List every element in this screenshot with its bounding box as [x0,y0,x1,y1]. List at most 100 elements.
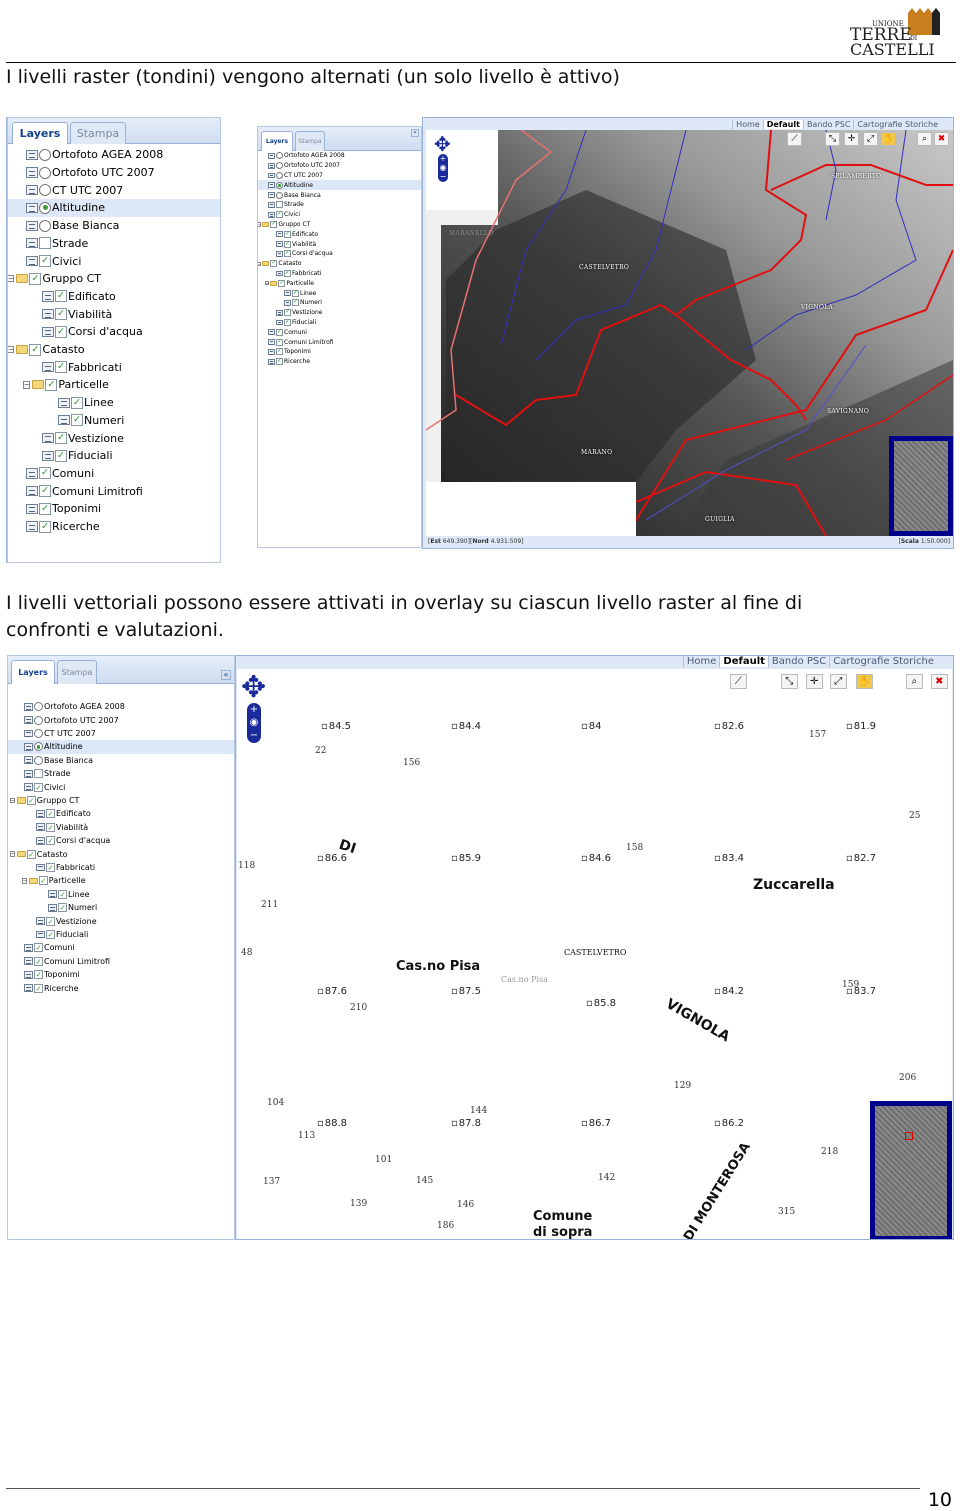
layer-radio[interactable] [276,191,283,199]
layer-item-vestizione[interactable]: ✓ Vestizione [8,914,234,927]
map-canvas-altitude[interactable]: SPILAMBERTO MARANELLO CASTELVETRO VIGNOLA SA… [426,130,953,536]
map-tab-cartografie-storiche[interactable]: Cartografie Storiche [829,656,937,667]
map-canvas-cadastral[interactable]: 84.5 84.4 84 82.6 81.9 86.6 85.9 84.6 83.4 82.7 87… [237,669,952,1239]
pan-hand-tool-icon[interactable]: ✋ [856,674,873,690]
layer-options-icon[interactable] [284,290,291,297]
layer-radio[interactable] [276,181,283,189]
zoom-slider[interactable]: + ◉ − [438,154,448,182]
layer-checkbox[interactable]: ✓ [284,318,291,326]
map-tab-home[interactable]: Home [732,120,763,129]
layer-item-linee[interactable]: ✓ Linee [8,394,220,412]
layer-options-icon[interactable] [42,291,54,302]
tab-stampa[interactable]: Stampa [70,122,126,144]
layer-item-numeri[interactable]: ✓ Numeri [8,901,234,914]
layer-checkbox[interactable]: ✓ [71,396,83,409]
layer-item-fiduciali[interactable]: ✓ Fiduciali [258,318,421,328]
layer-item-strade[interactable]: Strade [8,767,234,780]
layer-options-icon[interactable] [48,903,57,912]
layer-options-icon[interactable] [268,172,275,179]
layer-options-icon[interactable] [276,231,283,238]
layer-options-icon[interactable] [24,702,33,711]
layer-checkbox[interactable]: ✓ [46,809,55,819]
layer-checkbox[interactable]: ✓ [55,325,67,338]
zoom-search-tool-icon[interactable]: ⌕ [917,132,932,146]
layer-options-icon[interactable] [42,362,54,373]
layer-item-ortofoto-utc-2007[interactable]: Ortofoto UTC 2007 [258,161,421,171]
layer-item-gruppo-ct[interactable]: − ✓ Gruppo CT [8,794,234,807]
layer-item-particelle[interactable]: − ✓ Particelle [8,874,234,887]
layer-item-catasto[interactable]: − ✓ Catasto [8,341,220,359]
layer-checkbox[interactable]: ✓ [39,520,51,533]
collapse-toggle[interactable]: − [258,261,261,266]
layer-checkbox[interactable]: ✓ [39,485,51,498]
layer-item-particelle[interactable]: − ✓ Particelle [258,278,421,288]
zoom-in-box-tool-icon[interactable]: ⤡ [825,132,840,146]
layer-item-ortofoto-utc-2007[interactable]: Ortofoto UTC 2007 [8,713,234,726]
layer-item-fabbricati[interactable]: ✓ Fabbricati [8,358,220,376]
layer-options-icon[interactable] [284,299,291,306]
layer-options-icon[interactable] [268,329,275,336]
zoom-search-tool-icon[interactable]: ⌕ [906,674,923,690]
layer-item-comuni[interactable]: ✓ Comuni [8,941,234,954]
layer-item-fiduciali[interactable]: ✓ Fiduciali [8,447,220,465]
layer-options-icon[interactable] [268,348,275,355]
layer-checkbox[interactable]: ✓ [276,358,283,366]
layer-item-numeri[interactable]: ✓ Numeri [258,298,421,308]
measure-tool-icon[interactable]: ⟋ [787,132,802,146]
layer-item-comuni-limitrofi[interactable]: ✓ Comuni Limitrofi [8,482,220,500]
zoom-out-box-tool-icon[interactable]: ⤢ [863,132,878,146]
collapse-toggle[interactable]: − [264,281,269,286]
layer-item-vestizione[interactable]: ✓ Vestizione [8,429,220,447]
layer-checkbox[interactable]: ✓ [29,343,42,356]
layer-item-catasto[interactable]: − ✓ Catasto [258,259,421,269]
layer-item-fabbricati[interactable]: ✓ Fabbricati [8,861,234,874]
layer-options-icon[interactable] [24,756,33,765]
layer-item-edificato[interactable]: ✓ Edificato [8,288,220,306]
map-tab-cartografie-storiche[interactable]: Cartografie Storiche [853,120,941,129]
layer-checkbox[interactable] [34,769,43,779]
layer-checkbox[interactable]: ✓ [276,211,283,219]
layer-checkbox[interactable]: ✓ [38,876,48,886]
layer-item-ct-utc-2007[interactable]: CT UTC 2007 [8,727,234,740]
layer-item-corsi-d-acqua[interactable]: ✓ Corsi d'acqua [258,249,421,259]
layer-checkbox[interactable]: ✓ [39,467,51,480]
layer-item-comuni[interactable]: ✓ Comuni [258,327,421,337]
layer-checkbox[interactable]: ✓ [55,361,67,374]
layer-options-icon[interactable] [26,149,38,160]
layer-checkbox[interactable]: ✓ [58,889,67,899]
layer-item-gruppo-ct[interactable]: − ✓ Gruppo CT [258,220,421,230]
layer-options-icon[interactable] [24,716,33,724]
layer-item-ricerche[interactable]: ✓ Ricerche [8,518,220,536]
layer-options-icon[interactable] [276,241,283,248]
layer-item-base-bianca[interactable]: Base Bianca [258,190,421,200]
layer-item-strade[interactable]: Strade [258,200,421,210]
layer-options-icon[interactable] [48,890,57,899]
layer-radio[interactable] [39,148,51,161]
layer-checkbox[interactable]: ✓ [34,956,43,966]
collapse-toggle[interactable]: − [9,851,15,857]
layer-item-ct-utc-2007[interactable]: CT UTC 2007 [258,171,421,181]
layer-item-linee[interactable]: ✓ Linee [258,288,421,298]
layer-options-icon[interactable] [268,339,275,346]
layer-options-icon[interactable] [268,358,275,365]
layer-checkbox[interactable]: ✓ [58,903,67,913]
layer-radio[interactable] [276,171,283,179]
collapse-toggle[interactable]: − [9,797,15,804]
layer-options-icon[interactable] [26,255,38,267]
map-tab-home[interactable]: Home [682,656,720,667]
layer-radio[interactable] [276,162,283,170]
layer-item-altitudine[interactable]: Altitudine [258,180,421,191]
layer-options-icon[interactable] [26,167,38,178]
collapse-toggle[interactable]: − [258,222,261,227]
layer-item-civici[interactable]: ✓ Civici [258,210,421,220]
layer-checkbox[interactable]: ✓ [284,269,291,277]
layer-item-fabbricati[interactable]: ✓ Fabbricati [258,269,421,279]
layer-item-ortofoto-agea-2008[interactable]: Ortofoto AGEA 2008 [8,146,220,164]
layer-options-icon[interactable] [36,917,45,925]
layer-item-comuni-limitrofi[interactable]: ✓ Comuni Limitrofi [258,337,421,347]
layer-checkbox[interactable]: ✓ [26,795,36,805]
layer-checkbox[interactable]: ✓ [39,255,51,268]
layer-radio[interactable] [34,715,43,725]
layer-item-comuni-limitrofi[interactable]: ✓ Comuni Limitrofi [8,955,234,968]
layer-checkbox[interactable]: ✓ [270,260,278,268]
